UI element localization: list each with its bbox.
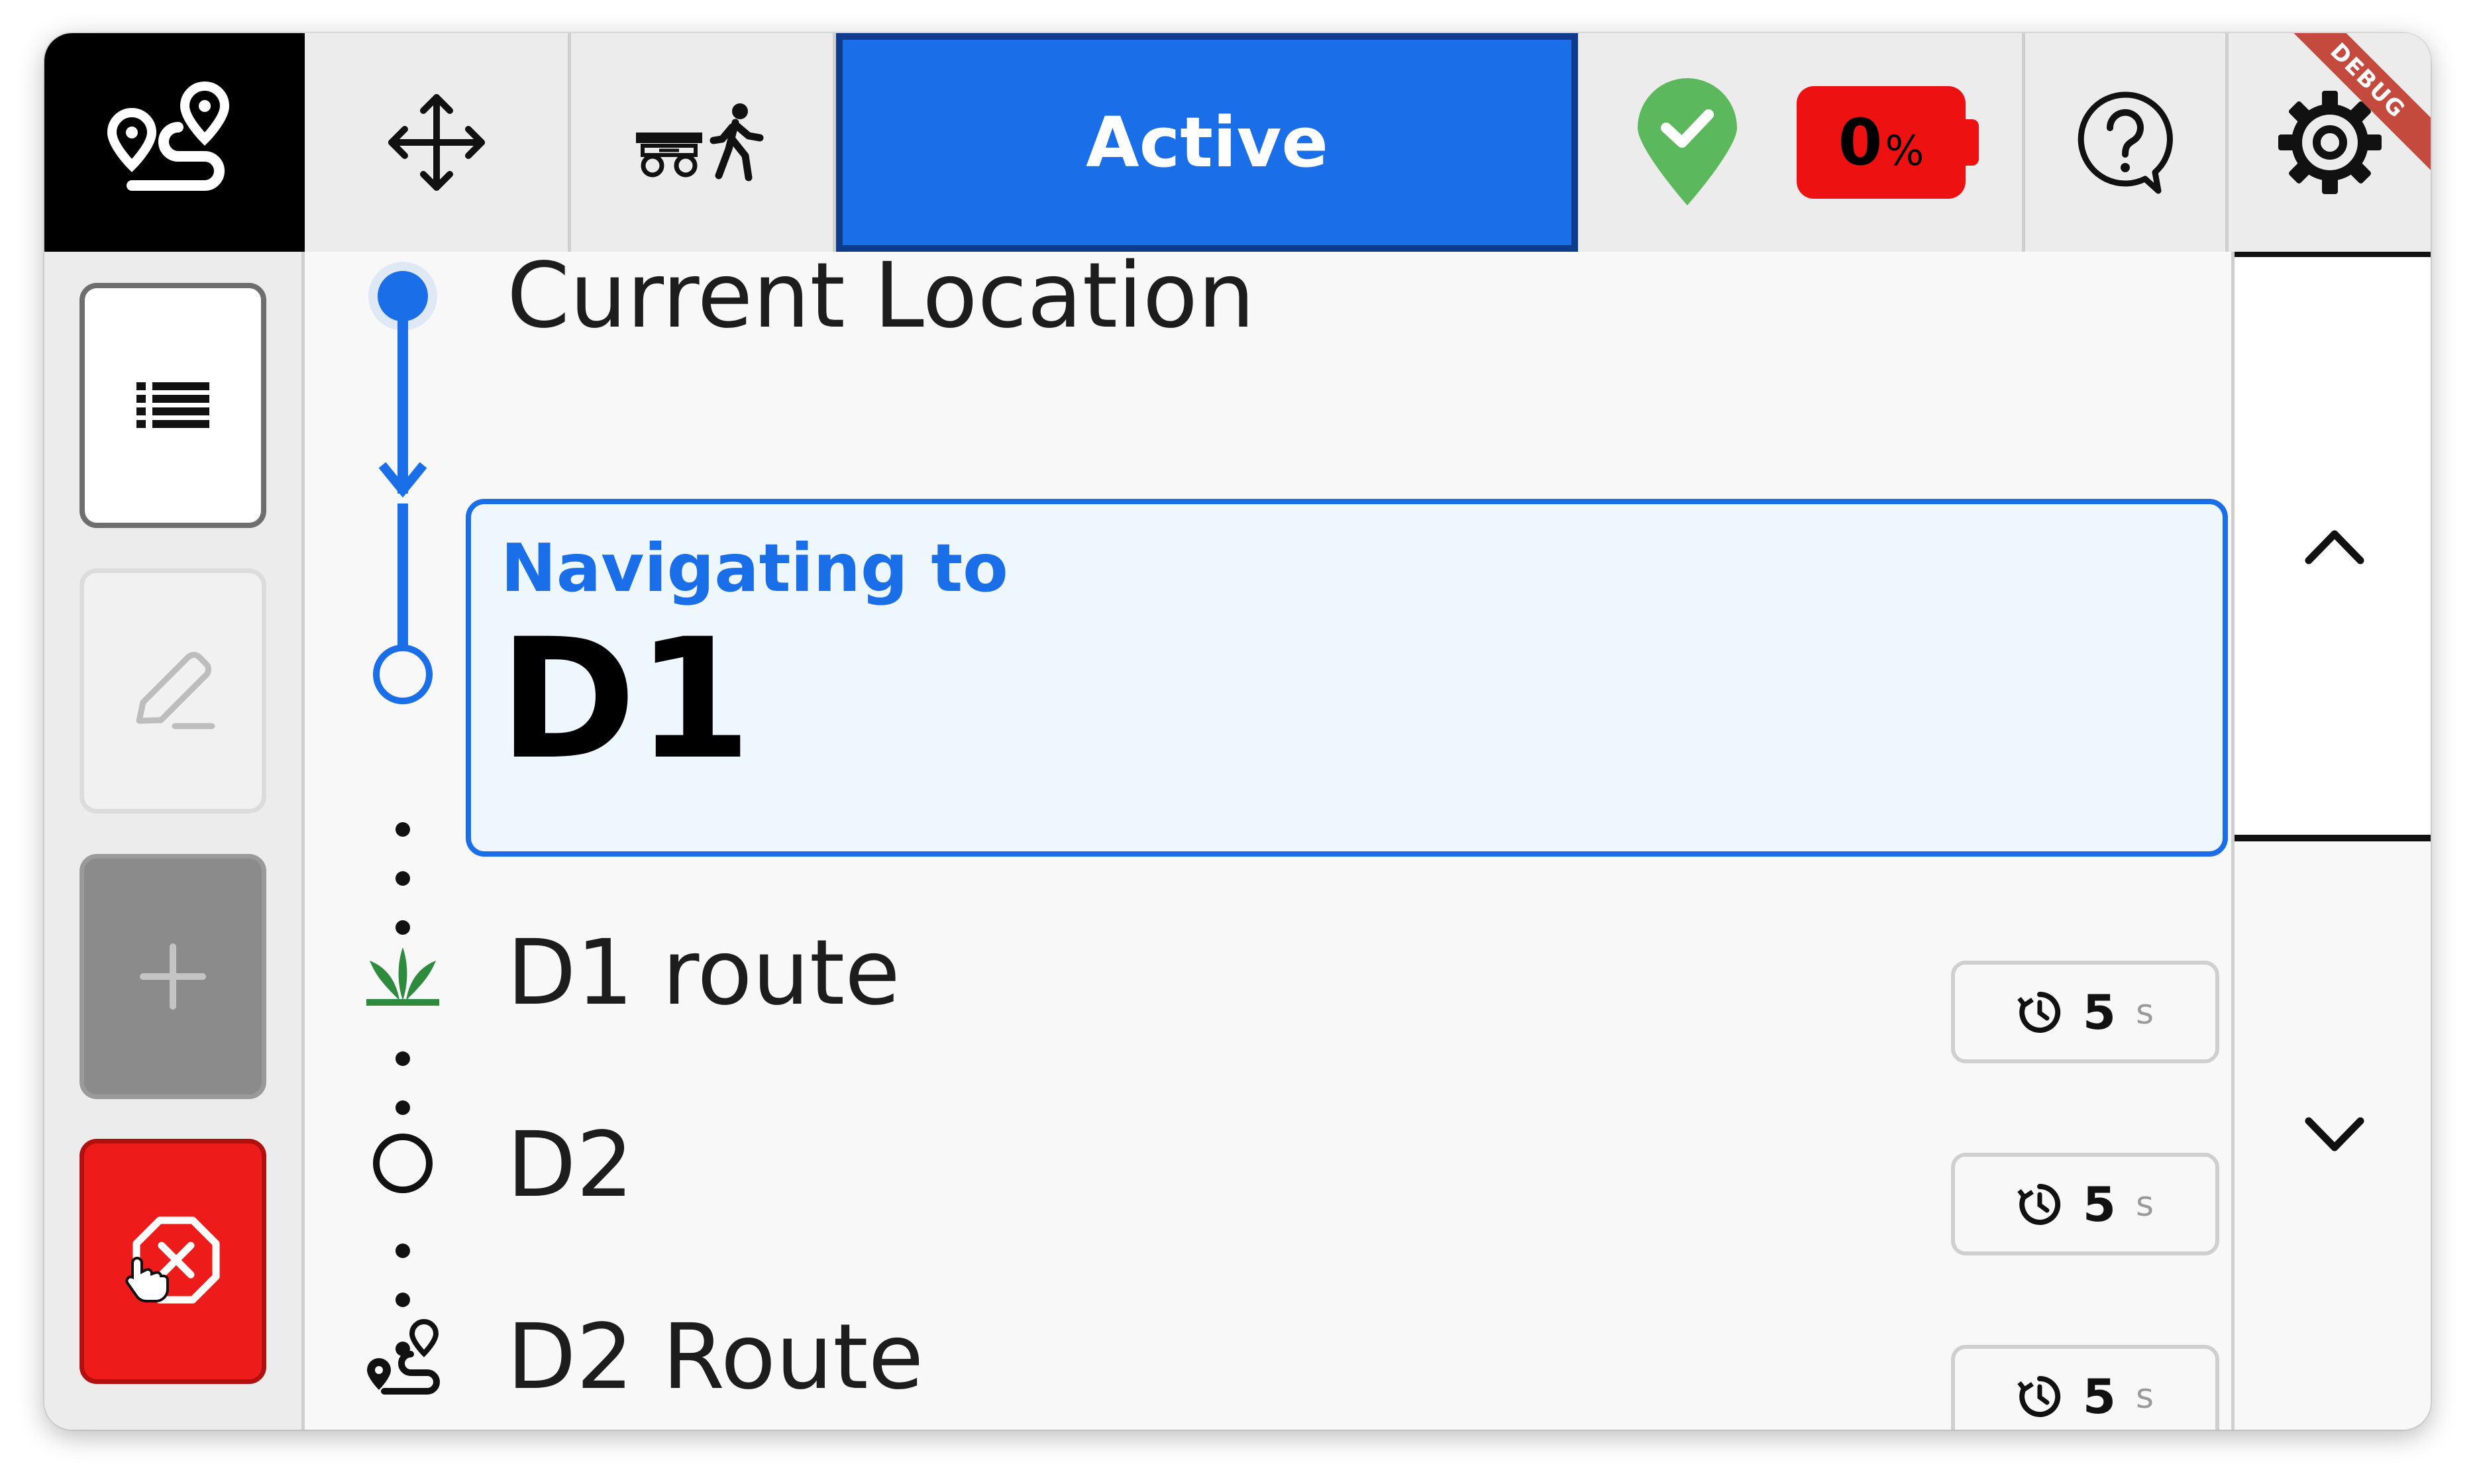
- move-arrows-icon: [388, 94, 485, 191]
- battery-value: 0: [1838, 105, 1883, 180]
- help-bubble-icon: [2078, 91, 2173, 194]
- settings-button[interactable]: DEBUG: [2229, 33, 2431, 252]
- scroll-down-button[interactable]: [2235, 841, 2431, 1430]
- duration-unit: s: [2136, 1184, 2154, 1224]
- connector-dot: [395, 1100, 410, 1115]
- stop-button[interactable]: [79, 1139, 266, 1384]
- location-check-icon: [1638, 78, 1737, 205]
- plant-icon: [366, 947, 439, 1006]
- status-indicators: 0 %: [1578, 33, 2025, 252]
- route-list: Current Location Navigating to D1 D1 rou…: [308, 252, 2231, 1430]
- app-window: Active 0 % DEBUG Current Location Naviga…: [44, 33, 2431, 1430]
- move-button[interactable]: [305, 33, 571, 252]
- duration-unit: s: [2136, 992, 2154, 1032]
- divider: [2235, 835, 2431, 841]
- timer-icon: [2017, 991, 2061, 1033]
- edit-pencil-icon: [136, 652, 215, 729]
- list-view-button[interactable]: [79, 283, 266, 528]
- chevron-up-icon: [2305, 530, 2364, 564]
- plus-icon: [140, 943, 206, 1010]
- scroll-panel: [2231, 252, 2431, 1430]
- waypoint-circle-icon: [376, 1137, 429, 1190]
- timer-icon: [2017, 1375, 2061, 1417]
- status-label: Active: [1086, 102, 1328, 183]
- navigating-destination: D1: [499, 603, 752, 796]
- connector-dot: [395, 822, 410, 837]
- connector-dot: [395, 871, 410, 886]
- scroll-up-button[interactable]: [2235, 257, 2431, 835]
- route-timeline: [368, 262, 437, 1193]
- battery-indicator: 0 %: [1797, 86, 1979, 199]
- list-item-title: D2: [507, 1113, 634, 1218]
- duration-value: 5: [2082, 1368, 2116, 1424]
- edit-button[interactable]: [79, 568, 266, 814]
- list-item-title: D1 route: [507, 921, 900, 1026]
- list-item-title: D2 Route: [507, 1305, 924, 1410]
- stop-cancel-icon: [125, 1216, 220, 1304]
- duration-badge[interactable]: 5 s: [1951, 961, 2219, 1063]
- duration-value: 5: [2082, 1176, 2116, 1232]
- divider: [2235, 252, 2431, 257]
- follow-mode-button[interactable]: [571, 33, 836, 252]
- duration-value: 5: [2082, 984, 2116, 1040]
- add-button[interactable]: [79, 854, 266, 1099]
- navigating-label: Navigating to: [501, 529, 1008, 607]
- top-bar: Active 0 % DEBUG: [44, 33, 2431, 252]
- battery-unit: %: [1885, 126, 1924, 175]
- left-sidebar: [44, 252, 305, 1430]
- duration-badge[interactable]: 5 s: [1951, 1345, 2219, 1430]
- connector-dot: [395, 1244, 410, 1258]
- route-logo-button[interactable]: [44, 33, 305, 252]
- connector-dot: [395, 920, 410, 935]
- timer-icon: [2017, 1183, 2061, 1225]
- status-active-button[interactable]: Active: [836, 33, 1578, 252]
- robot-follow-person-icon: [635, 103, 763, 182]
- list-icon: [136, 382, 209, 428]
- duration-badge[interactable]: 5 s: [1951, 1153, 2219, 1255]
- current-location-label: Current Location: [507, 252, 1255, 348]
- help-button[interactable]: [2025, 33, 2229, 252]
- route-icon: [107, 81, 229, 191]
- duration-unit: s: [2136, 1376, 2154, 1416]
- connector-dot: [395, 1051, 410, 1066]
- navigating-card[interactable]: Navigating to D1: [466, 499, 2228, 857]
- connector-dot: [395, 1293, 410, 1307]
- chevron-down-icon: [2305, 1117, 2364, 1151]
- route-icon: [367, 1319, 440, 1395]
